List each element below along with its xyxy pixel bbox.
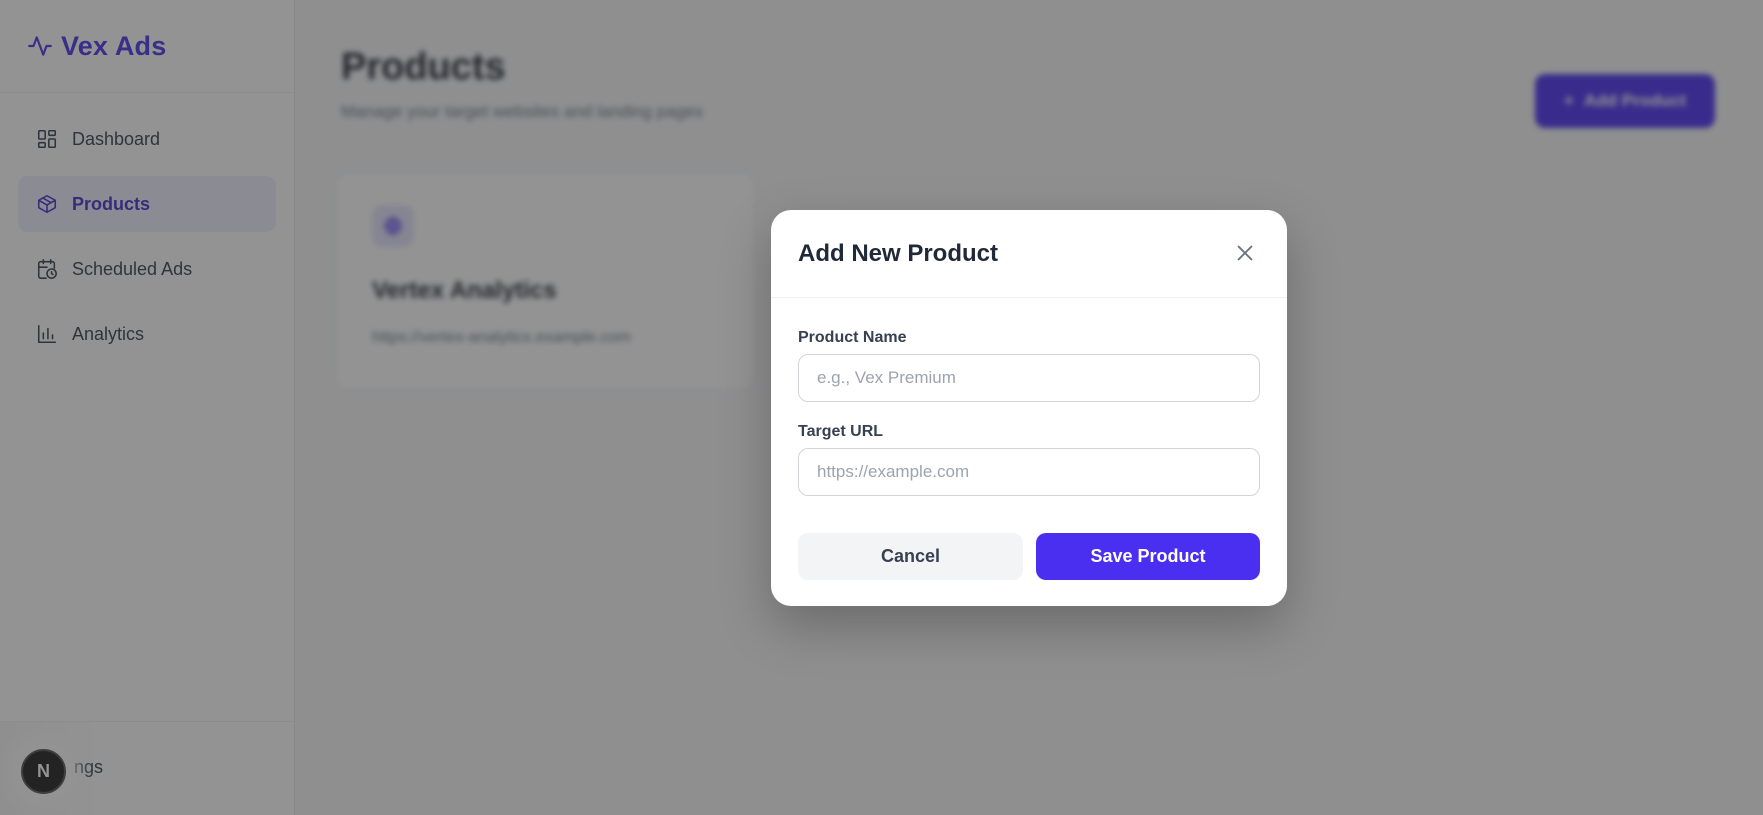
product-name-input[interactable] <box>798 354 1260 402</box>
modal-title: Add New Product <box>798 240 999 267</box>
product-name-label: Product Name <box>798 329 907 346</box>
save-product-button[interactable]: Save Product <box>1036 533 1260 580</box>
close-button[interactable] <box>1233 241 1257 265</box>
modal-header: Add New Product <box>771 210 1287 298</box>
close-icon <box>1237 245 1253 261</box>
target-url-input[interactable] <box>798 448 1260 496</box>
cancel-button[interactable]: Cancel <box>798 533 1023 580</box>
target-url-label: Target URL <box>798 423 884 440</box>
add-product-modal: Add New Product Product Name Target URL … <box>771 210 1287 606</box>
